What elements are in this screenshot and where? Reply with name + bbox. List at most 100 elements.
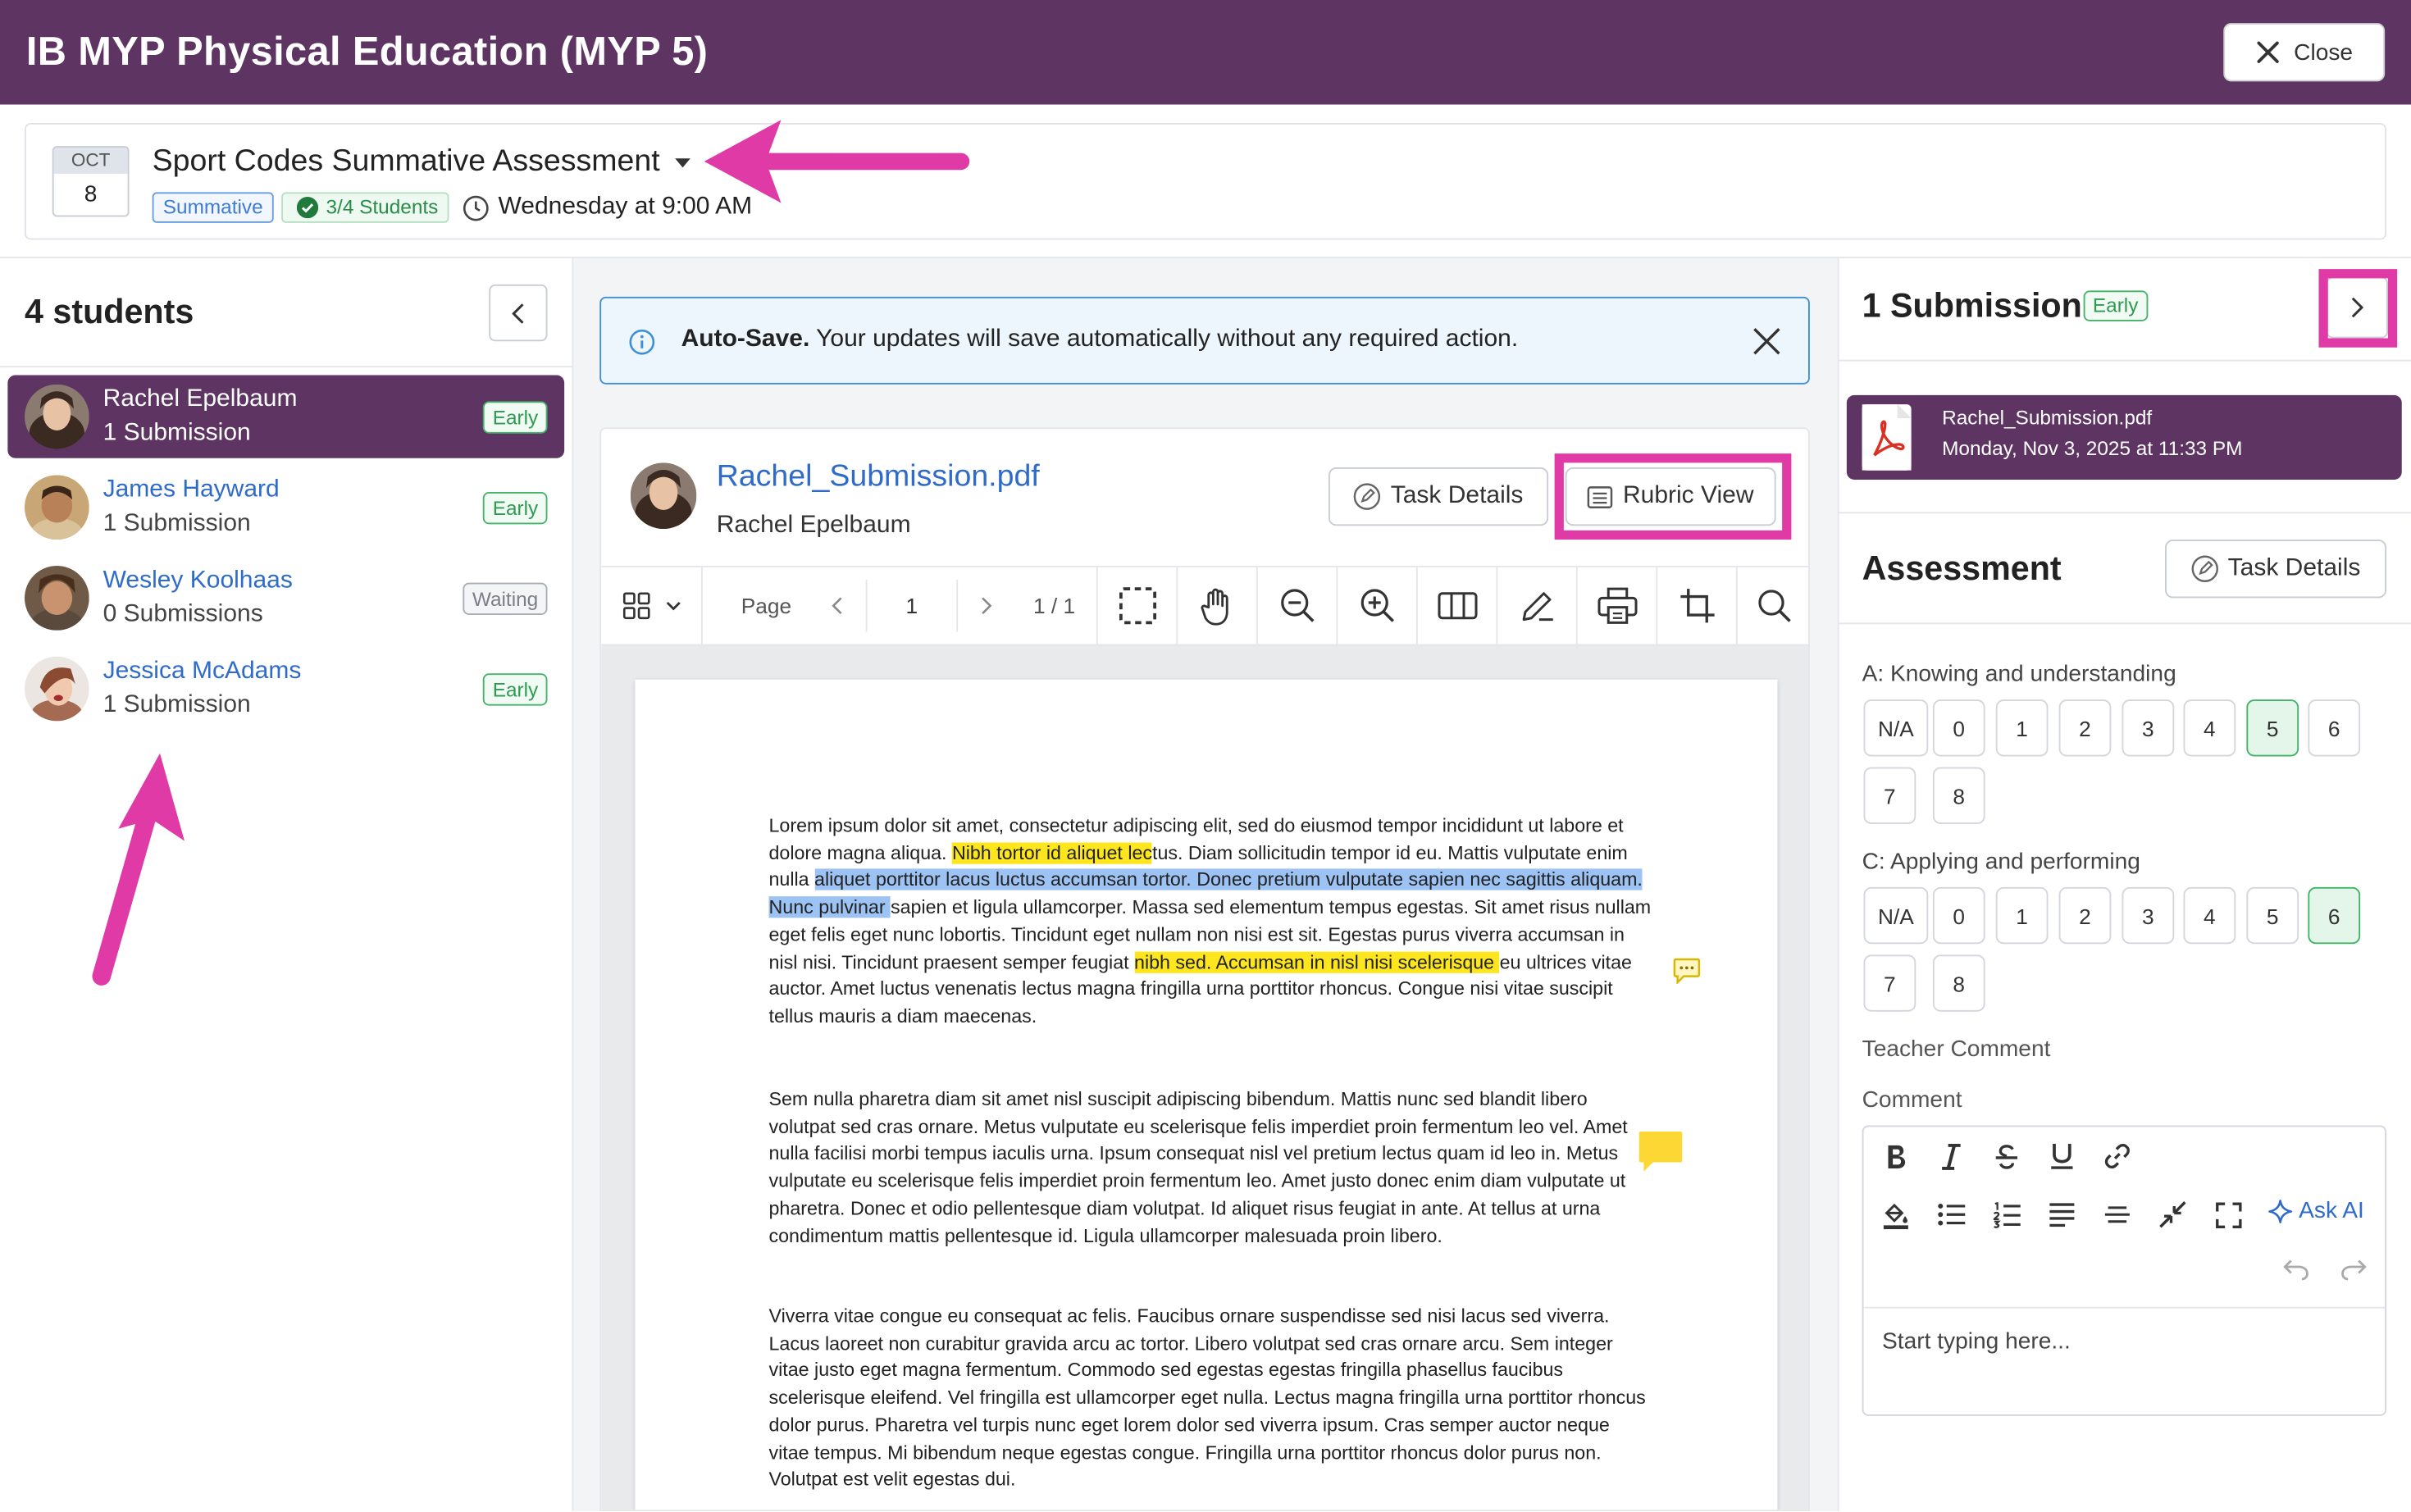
- print-button[interactable]: [1578, 567, 1658, 644]
- close-icon[interactable]: [1753, 327, 1781, 355]
- bold-icon: [1888, 1144, 1906, 1168]
- score-option-1[interactable]: 1: [1995, 886, 2049, 945]
- task-details-label: Task Details: [2227, 554, 2361, 581]
- student-item-jessica[interactable]: Jessica McAdams 1 Submission Early: [7, 647, 564, 730]
- score-option-4[interactable]: 4: [2183, 699, 2236, 757]
- score-option-7[interactable]: 7: [1863, 767, 1916, 824]
- print-icon: [1597, 587, 1637, 624]
- crop-button[interactable]: [1657, 567, 1738, 644]
- pan-button[interactable]: [1178, 567, 1258, 644]
- score-option-5[interactable]: 5: [2246, 886, 2299, 945]
- student-submissions: 1 Submission: [103, 419, 251, 446]
- divider: [1837, 258, 1839, 1512]
- status-badge: Early: [483, 401, 548, 434]
- divider: [1839, 512, 2411, 514]
- document-paragraph: Lorem ipsum dolor sit amet, consectetur …: [768, 813, 1653, 1032]
- file-link[interactable]: Rachel_Submission.pdf: [717, 460, 1040, 495]
- bold-button[interactable]: [1873, 1135, 1919, 1178]
- score-option-7[interactable]: 7: [1863, 954, 1916, 1012]
- compress-button[interactable]: [2149, 1193, 2195, 1236]
- task-details-button[interactable]: Task Details: [1329, 467, 1549, 526]
- score-option-0[interactable]: 0: [1932, 699, 1985, 757]
- score-option-1[interactable]: 1: [1995, 699, 2049, 757]
- document-canvas: Lorem ipsum dolor sit amet, consectetur …: [601, 645, 1808, 1510]
- comment-icon[interactable]: [1673, 958, 1701, 984]
- search-button[interactable]: [1738, 567, 1808, 644]
- columns-icon: [1437, 592, 1477, 620]
- redo-icon[interactable]: [2340, 1259, 2367, 1281]
- score-option-2[interactable]: 2: [2058, 886, 2112, 945]
- fill-color-button[interactable]: [1873, 1193, 1919, 1236]
- align-button[interactable]: [2039, 1193, 2085, 1236]
- score-option-6[interactable]: 6: [2308, 699, 2361, 757]
- edit-icon: [2191, 555, 2218, 582]
- zoom-in-icon: [1360, 589, 1394, 622]
- sparkle-icon: [2268, 1199, 2293, 1223]
- zoom-out-button[interactable]: [1258, 567, 1338, 644]
- score-option-2[interactable]: 2: [2058, 699, 2112, 757]
- strikethrough-icon: [1995, 1144, 2017, 1168]
- note-icon[interactable]: [1638, 1130, 1684, 1173]
- close-button[interactable]: Close: [2223, 23, 2386, 82]
- numbered-list-icon: [1992, 1201, 2020, 1227]
- document-paragraph: Sem nulla pharetra diam sit amet nisl su…: [768, 1088, 1628, 1246]
- ask-ai-button[interactable]: Ask AI: [2268, 1198, 2364, 1224]
- pen-icon: [1521, 592, 1552, 622]
- students-tag: 3/4 Students: [281, 192, 449, 223]
- score-option-0[interactable]: 0: [1932, 886, 1985, 945]
- student-item-rachel[interactable]: Rachel Epelbaum 1 Submission Early: [7, 375, 565, 458]
- underline-button[interactable]: [2039, 1135, 2085, 1178]
- comment-input[interactable]: Start typing here...: [1882, 1328, 2071, 1355]
- score-option-8[interactable]: 8: [1932, 954, 1985, 1012]
- fullscreen-button[interactable]: [2205, 1193, 2251, 1236]
- score-option-3[interactable]: 3: [2122, 886, 2175, 945]
- page-count: 1 / 1: [1033, 593, 1076, 618]
- search-icon: [1758, 590, 1791, 622]
- annotate-button[interactable]: [1497, 567, 1578, 644]
- score-option-3[interactable]: 3: [2122, 699, 2175, 757]
- chevron-left-icon[interactable]: [832, 597, 842, 616]
- score-option-5[interactable]: 5: [2246, 699, 2299, 757]
- submission-file-card[interactable]: Rachel_Submission.pdf Monday, Nov 3, 202…: [1846, 394, 2402, 480]
- italic-button[interactable]: [1928, 1135, 1974, 1178]
- autosave-text: Your updates will save automatically wit…: [809, 326, 1519, 353]
- marquee-select-button[interactable]: [1098, 567, 1178, 644]
- edit-icon: [1354, 483, 1381, 510]
- numbered-list-button[interactable]: [1984, 1193, 2030, 1236]
- two-page-view-button[interactable]: [1418, 567, 1498, 644]
- calendar-month: OCT: [53, 148, 128, 174]
- score-option-na[interactable]: N/A: [1863, 699, 1929, 757]
- layout-menu-button[interactable]: [601, 567, 703, 644]
- student-item-james[interactable]: James Hayward 1 Submission Early: [7, 466, 564, 549]
- collapse-panel-button[interactable]: [489, 284, 548, 342]
- highlight-yellow[interactable]: Nibh tortor id aliquet lec: [951, 841, 1153, 864]
- task-details-label: Task Details: [1390, 482, 1524, 509]
- app-root: IB MYP Physical Education (MYP 5) Close …: [0, 0, 2411, 1512]
- page-number-input[interactable]: 1: [865, 579, 959, 632]
- score-option-na[interactable]: N/A: [1863, 886, 1929, 945]
- bullet-list-button[interactable]: [1928, 1193, 1974, 1236]
- zoom-in-button[interactable]: [1338, 567, 1418, 644]
- score-option-6[interactable]: 6: [2308, 886, 2361, 945]
- avatar: [630, 462, 697, 529]
- strikethrough-button[interactable]: [1984, 1135, 2030, 1178]
- autosave-message: Auto-Save. Your updates will save automa…: [681, 326, 1519, 354]
- document-viewer: Rachel_Submission.pdf Rachel Epelbaum Ta…: [599, 427, 1810, 1512]
- score-option-8[interactable]: 8: [1932, 767, 1985, 824]
- underline-icon: [2051, 1144, 2073, 1169]
- horizontal-rule-button[interactable]: [2094, 1193, 2140, 1236]
- criterion-label: A: Knowing and understanding: [1862, 661, 2176, 688]
- assignment-selector[interactable]: Sport Codes Summative Assessment: [153, 144, 691, 180]
- student-submissions: 1 Submission: [103, 510, 251, 537]
- student-item-wesley[interactable]: Wesley Koolhaas 0 Submissions Waiting: [7, 557, 564, 640]
- clock-icon: [463, 194, 489, 221]
- divider: [0, 366, 572, 368]
- undo-icon[interactable]: [2283, 1259, 2309, 1281]
- link-button[interactable]: [2094, 1135, 2140, 1178]
- task-details-button[interactable]: Task Details: [2165, 540, 2386, 599]
- students-panel-title: 4 students: [25, 292, 194, 331]
- link-icon: [2104, 1143, 2130, 1169]
- chevron-right-icon[interactable]: [981, 597, 992, 616]
- score-option-4[interactable]: 4: [2183, 886, 2236, 945]
- highlight-yellow[interactable]: nibh sed. Accumsan in nisl nisi sceleris…: [1134, 950, 1500, 972]
